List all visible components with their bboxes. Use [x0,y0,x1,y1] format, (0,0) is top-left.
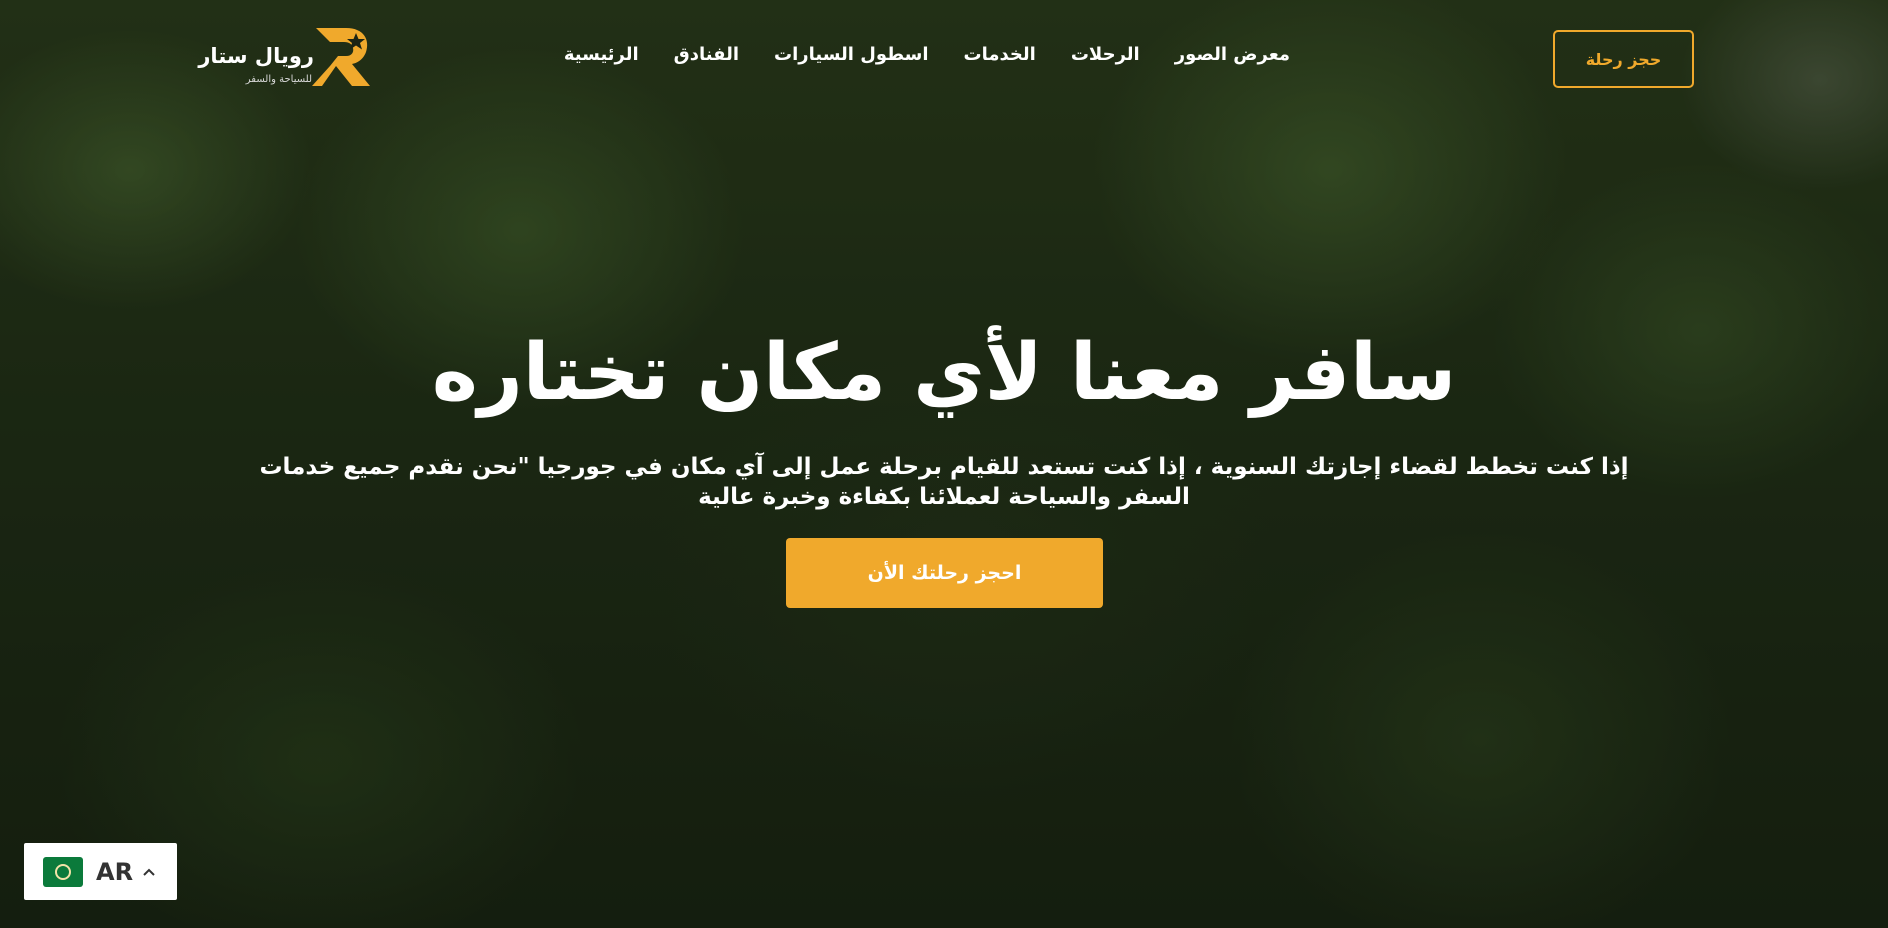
nav-item-trips[interactable]: الرحلات [1071,44,1140,65]
hero-subtitle: إذا كنت تخطط لقضاء إجازتك السنوية ، إذا … [259,454,1629,510]
logo-r-star-icon [312,28,370,86]
arab-league-flag-icon [43,856,83,887]
book-trip-now-button[interactable]: احجز رحلتك الأن [786,538,1103,608]
chevron-up-icon [143,868,155,876]
nav-item-gallery[interactable]: معرض الصور [1175,44,1290,65]
site-logo[interactable]: رويال ستار للسياحة والسفر [198,22,378,92]
language-code: AR [96,857,134,886]
nav-item-services[interactable]: الخدمات [964,44,1036,65]
hero-title: سافر معنا لأي مكان تختاره [431,328,1457,418]
nav-item-hotels[interactable]: الفنادق [674,44,739,65]
nav-item-car-fleet[interactable]: اسطول السيارات [774,44,929,65]
language-switcher[interactable]: AR [24,843,177,900]
main-nav: الرئيسية الفنادق اسطول السيارات الخدمات … [564,44,1290,65]
nav-item-home[interactable]: الرئيسية [564,44,639,65]
book-trip-header-button[interactable]: حجز رحلة [1553,30,1694,88]
brand-tagline: للسياحة والسفر [245,74,312,85]
brand-name: رويال ستار [198,44,314,68]
